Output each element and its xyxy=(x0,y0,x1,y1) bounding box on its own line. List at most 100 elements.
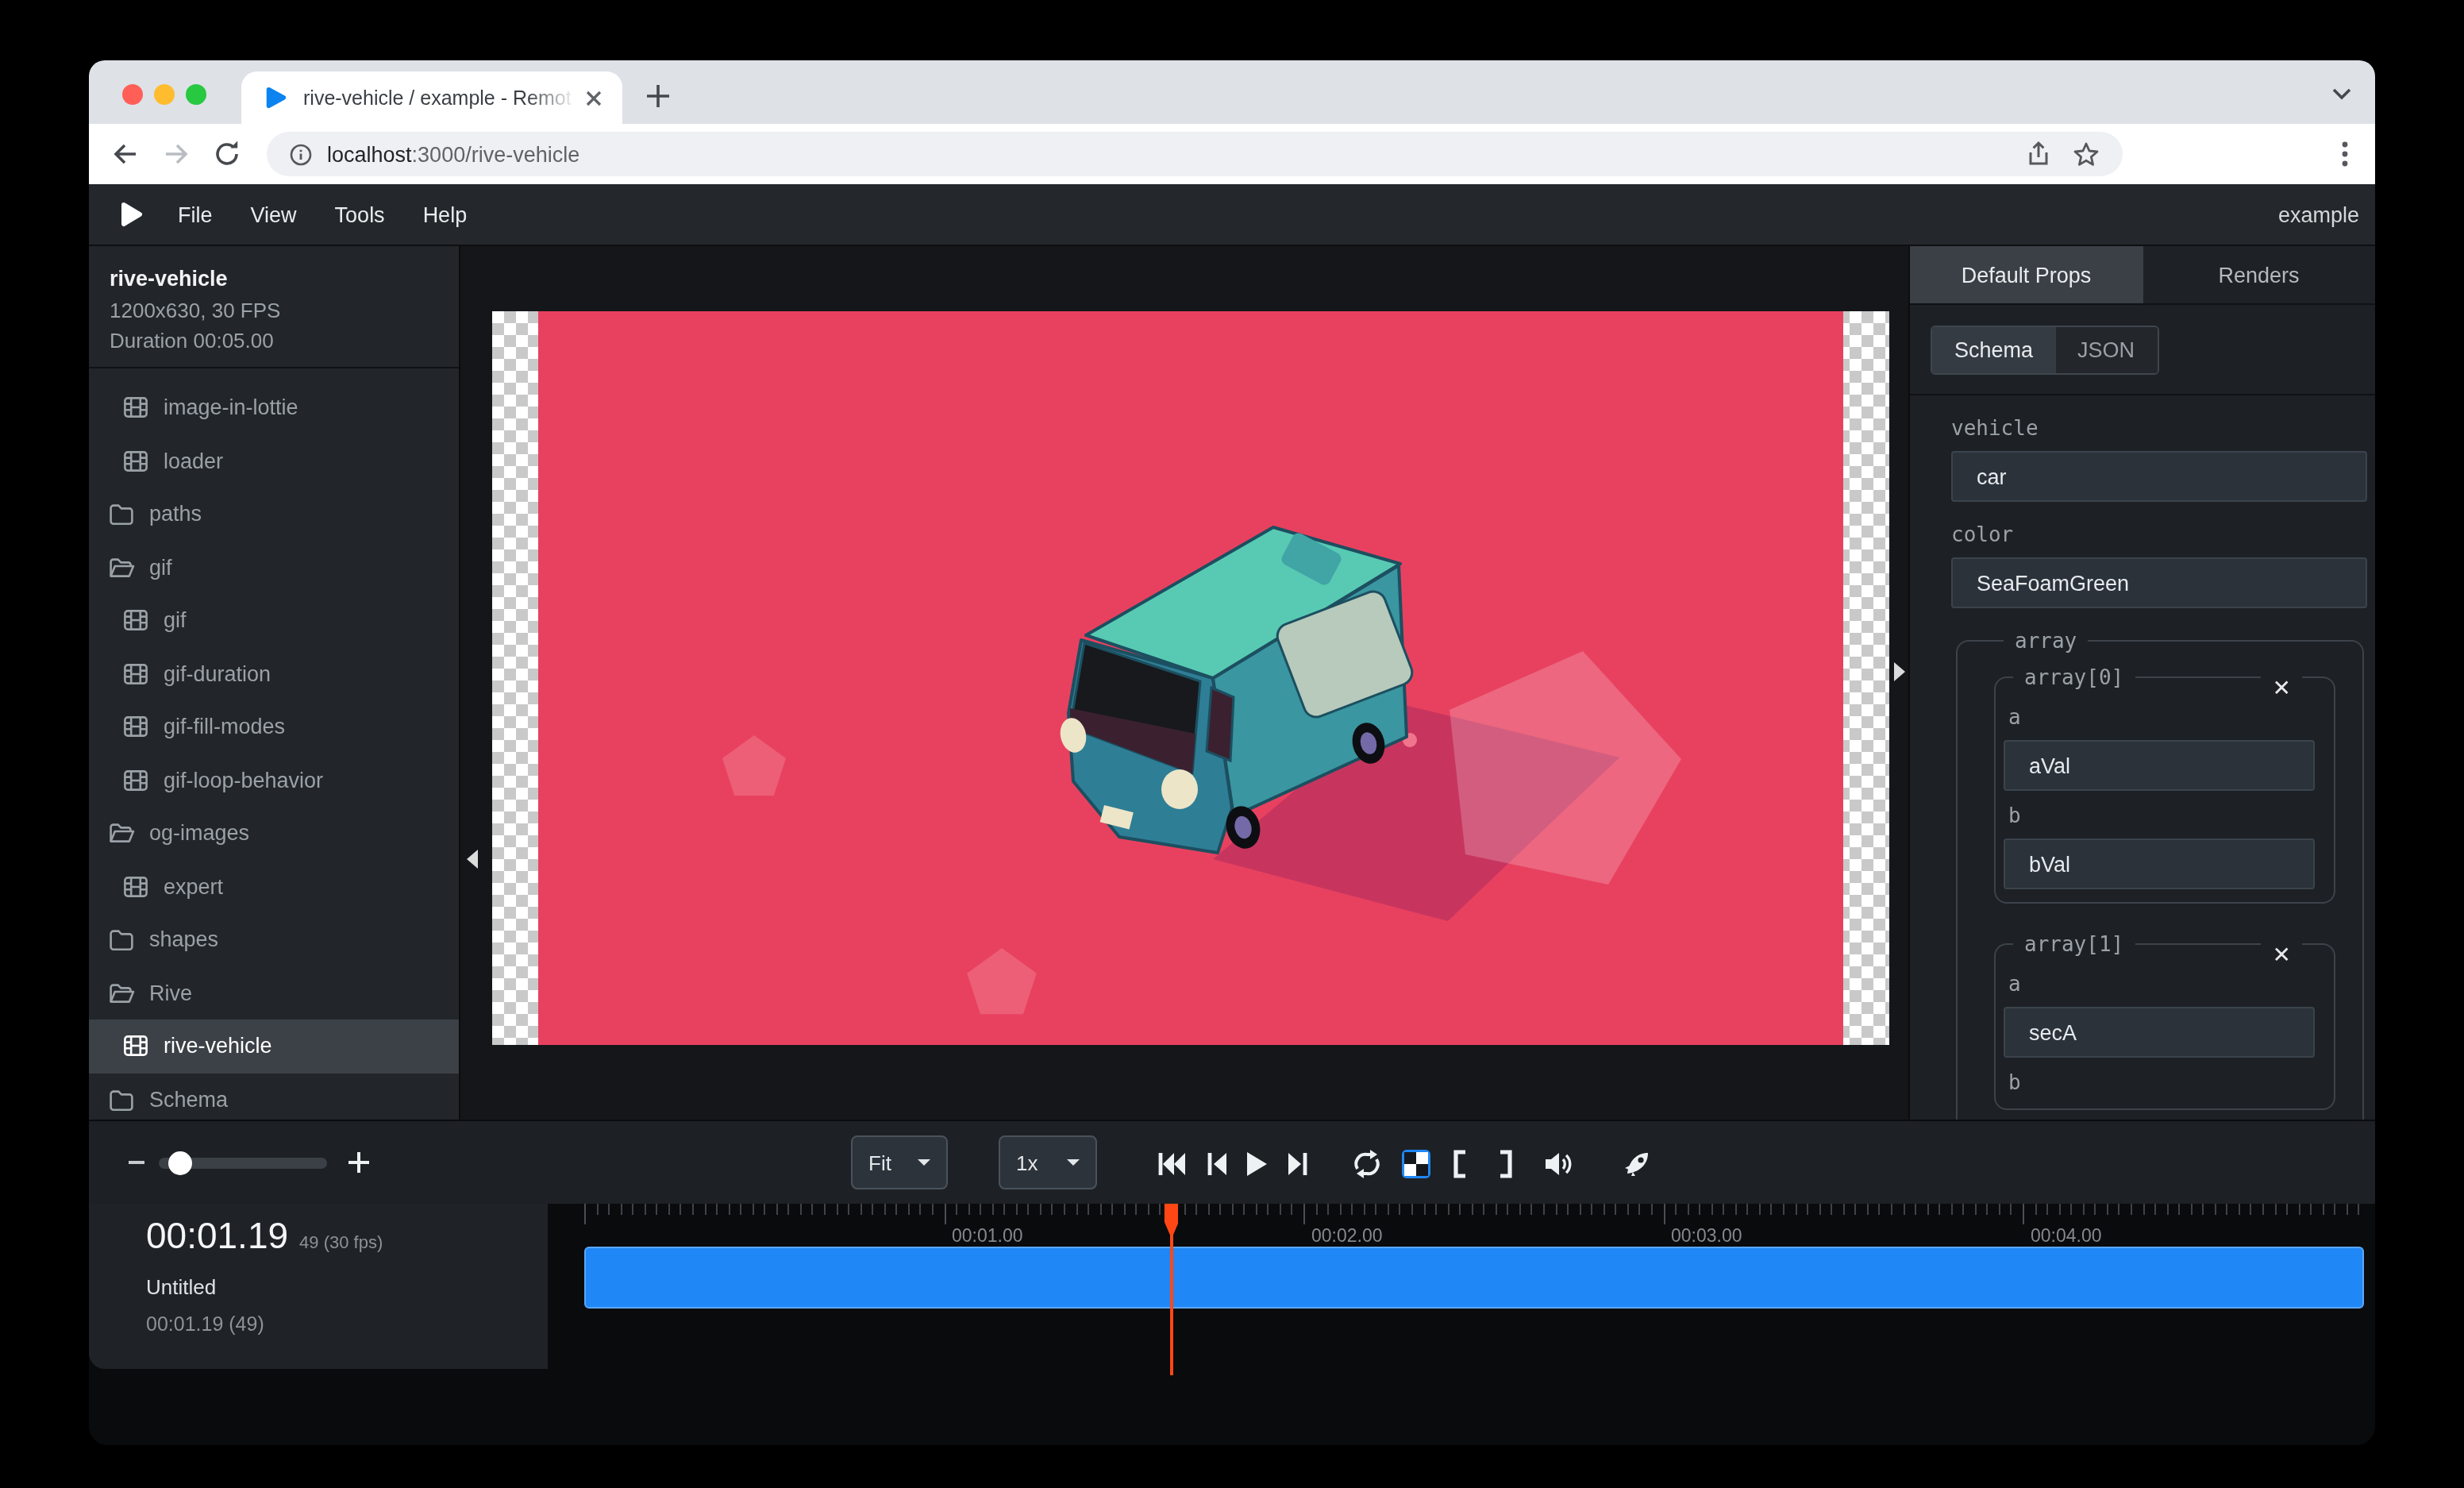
preview-pane xyxy=(460,246,1908,1120)
collapse-panel-icon[interactable] xyxy=(1894,662,1905,681)
bookmark-star-icon[interactable] xyxy=(2072,140,2100,168)
out-point-icon[interactable] xyxy=(1489,1148,1521,1180)
next-frame-icon[interactable] xyxy=(1283,1148,1315,1180)
composition-list-item[interactable]: expert xyxy=(89,860,459,913)
back-icon[interactable] xyxy=(110,138,141,170)
composition-name: shapes xyxy=(149,928,218,952)
array-item-0: array[0] ✕ a b xyxy=(1994,665,2335,904)
in-point-icon[interactable] xyxy=(1445,1148,1476,1180)
browser-tab[interactable]: rive-vehicle / example - Remot xyxy=(241,71,622,124)
film-icon xyxy=(122,395,149,422)
previous-frame-icon[interactable] xyxy=(1200,1148,1232,1180)
playback-toolbar: Fit 1x xyxy=(89,1120,2375,1204)
collapse-sidebar-icon[interactable] xyxy=(467,850,478,869)
address-bar[interactable]: localhost:3000/rive-vehicle xyxy=(267,132,2123,176)
menu-view[interactable]: View xyxy=(251,202,297,226)
composition-name: rive-vehicle xyxy=(164,1035,272,1058)
composition-list-item[interactable]: Rive xyxy=(89,966,459,1020)
folder-icon xyxy=(108,927,135,954)
tab-search-chevron-icon[interactable] xyxy=(2331,86,2353,102)
forward-icon[interactable] xyxy=(160,138,192,170)
array-1-label: array[1] xyxy=(2013,932,2135,956)
browser-menu-icon[interactable] xyxy=(2331,138,2359,170)
share-icon[interactable] xyxy=(2024,140,2053,168)
tab-close-icon[interactable] xyxy=(581,85,606,110)
toggle-json[interactable]: JSON xyxy=(2055,327,2157,373)
vehicle-illustration xyxy=(538,311,1843,1045)
composition-list-item[interactable]: gif-fill-modes xyxy=(89,700,459,754)
remotion-favicon-icon xyxy=(264,86,287,110)
fit-dropdown[interactable]: Fit xyxy=(851,1135,948,1189)
tab-renders[interactable]: Renders xyxy=(2143,246,2375,303)
field-label-a: a xyxy=(2008,705,2315,729)
url-text: localhost:3000/rive-vehicle xyxy=(327,142,579,166)
array-0-b-input[interactable] xyxy=(2004,838,2315,889)
loop-icon[interactable] xyxy=(1351,1148,1383,1180)
address-bar-row: localhost:3000/rive-vehicle xyxy=(89,124,2375,184)
schema-json-toggle: Schema JSON xyxy=(1931,326,2158,375)
zoom-slider-knob[interactable] xyxy=(168,1151,192,1175)
project-info: rive-vehicle 1200x630, 30 FPS Duration 0… xyxy=(89,246,459,368)
composition-list-item[interactable]: og-images xyxy=(89,807,459,860)
volume-icon[interactable] xyxy=(1542,1148,1573,1180)
browser-window: rive-vehicle / example - Remot xyxy=(89,60,2375,1445)
zoom-in-icon[interactable] xyxy=(346,1150,372,1175)
color-input[interactable] xyxy=(1951,557,2367,608)
composition-list-item[interactable]: rive-vehicle xyxy=(89,1020,459,1073)
site-info-icon[interactable] xyxy=(289,142,313,166)
timeline-track-bar[interactable] xyxy=(584,1247,2364,1309)
composition-list-item[interactable]: image-in-lottie xyxy=(89,381,459,434)
speed-label: 1x xyxy=(1016,1151,1038,1174)
timeline-info-box: 00:01.1949 (30 fps) Untitled 00:01.19 (4… xyxy=(89,1204,548,1369)
field-label-b: b xyxy=(2008,804,2315,827)
video-canvas xyxy=(492,311,1889,1045)
schema-mode-row: Schema JSON xyxy=(1910,305,2375,395)
composition-list-item[interactable]: paths xyxy=(89,488,459,541)
array-0-a-input[interactable] xyxy=(2004,740,2315,791)
composition-list-item[interactable]: shapes xyxy=(89,913,459,966)
menu-help[interactable]: Help xyxy=(423,202,468,226)
menu-file[interactable]: File xyxy=(178,202,213,226)
array-1-a-input[interactable] xyxy=(2004,1007,2315,1058)
timeline-ruler[interactable]: 00:01.0000:02.0000:03.0000:04.00 xyxy=(549,1204,2375,1445)
remove-array-1-icon[interactable]: ✕ xyxy=(2262,940,2302,969)
transparency-toggle-icon[interactable] xyxy=(1400,1148,1432,1180)
tab-default-props[interactable]: Default Props xyxy=(1910,246,2143,303)
folder-open-icon xyxy=(108,554,135,581)
play-icon[interactable] xyxy=(1240,1148,1272,1180)
project-title: rive-vehicle xyxy=(110,267,438,291)
remove-array-0-icon[interactable]: ✕ xyxy=(2262,673,2302,702)
array-item-1: array[1] ✕ a b xyxy=(1994,932,2335,1110)
composition-list-item[interactable]: gif xyxy=(89,594,459,647)
tab-strip: rive-vehicle / example - Remot xyxy=(89,60,2375,124)
app-logo-icon[interactable] xyxy=(119,202,143,227)
composition-list-item[interactable]: loader xyxy=(89,434,459,488)
composition-list-item[interactable]: gif-duration xyxy=(89,647,459,700)
folder-icon xyxy=(108,1086,135,1113)
track-time: 00:01.19 (49) xyxy=(146,1313,548,1336)
menu-tools[interactable]: Tools xyxy=(335,202,385,226)
reload-icon[interactable] xyxy=(211,138,243,170)
composition-list-item[interactable]: gif-loop-behavior xyxy=(89,754,459,807)
zoom-out-icon[interactable] xyxy=(125,1151,148,1174)
speed-dropdown[interactable]: 1x xyxy=(999,1135,1097,1189)
close-window-button[interactable] xyxy=(122,84,143,105)
composition-list-item[interactable]: Schema xyxy=(89,1073,459,1126)
rocket-icon[interactable] xyxy=(1621,1148,1653,1180)
field-label-vehicle: vehicle xyxy=(1951,416,2367,440)
toggle-schema[interactable]: Schema xyxy=(1932,327,2055,373)
folder-open-icon xyxy=(108,980,135,1007)
film-icon xyxy=(122,1033,149,1060)
film-icon xyxy=(122,661,149,688)
current-time: 00:01.1949 (30 fps) xyxy=(146,1215,548,1258)
zoom-window-button[interactable] xyxy=(186,84,206,105)
composition-list-item[interactable]: gif xyxy=(89,541,459,594)
panel-tabs: Default Props Renders xyxy=(1910,246,2375,305)
chevron-down-icon xyxy=(918,1159,930,1172)
vehicle-input[interactable] xyxy=(1951,451,2367,502)
skip-to-start-icon[interactable] xyxy=(1156,1148,1188,1180)
minimize-window-button[interactable] xyxy=(154,84,175,105)
new-tab-button[interactable] xyxy=(645,83,672,110)
playhead-line xyxy=(1170,1204,1172,1375)
chevron-down-icon xyxy=(1067,1159,1080,1172)
